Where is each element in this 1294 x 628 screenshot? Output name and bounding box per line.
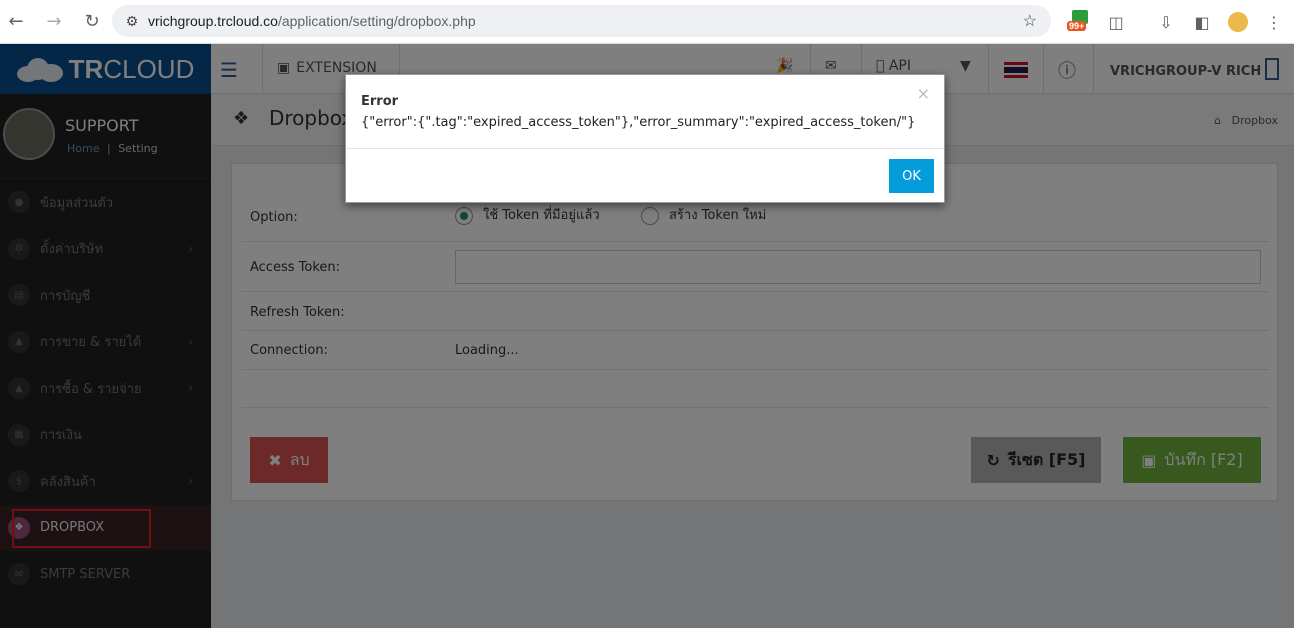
address-bar[interactable]: ⚙ vrichgroup.trcloud.co/application/sett… [112, 5, 1051, 37]
profile-avatar-icon[interactable] [1220, 8, 1256, 36]
browser-toolbar: ← → ↻ ⚙ vrichgroup.trcloud.co/applicatio… [0, 0, 1294, 44]
dialog-title: Error [361, 94, 399, 109]
puzzle-icon[interactable]: ◫ [1098, 8, 1134, 36]
ok-button[interactable]: OK [889, 159, 934, 193]
url-path: /application/setting/dropbox.php [277, 13, 476, 29]
bookmark-star-icon[interactable]: ☆ [1023, 11, 1037, 31]
close-icon[interactable]: × [917, 84, 930, 103]
back-icon[interactable]: ← [4, 10, 28, 34]
url-host: vrichgroup.trcloud.co [148, 13, 278, 29]
download-icon[interactable]: ⇩ [1148, 8, 1184, 36]
extensions-area: 99+ ◫ ⇩ ◧ ⋮ [1062, 8, 1292, 36]
line-extension-icon[interactable]: 99+ [1062, 8, 1098, 36]
more-menu-icon[interactable]: ⋮ [1256, 8, 1292, 36]
reload-icon[interactable]: ↻ [80, 10, 104, 34]
dialog-footer: OK [346, 148, 944, 203]
site-info-icon[interactable]: ⚙ [120, 13, 144, 30]
error-dialog: Error × {"error":{".tag":"expired_access… [345, 74, 945, 203]
side-panel-icon[interactable]: ◧ [1184, 8, 1220, 36]
dialog-message: {"error":{".tag":"expired_access_token"}… [361, 115, 916, 130]
forward-icon[interactable]: → [42, 10, 66, 34]
notification-badge: 99+ [1067, 21, 1087, 31]
